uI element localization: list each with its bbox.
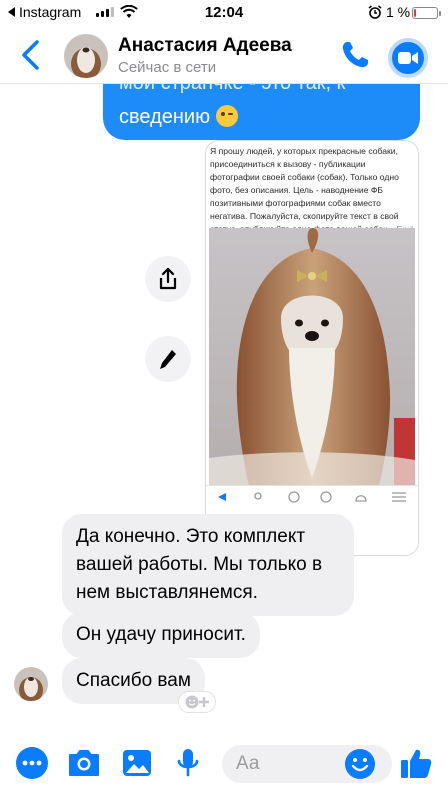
shared-screenshot[interactable]: Я прошу людей, у которых прекрасные соба… <box>205 140 419 556</box>
screenshot-post-body: Я прошу людей, у которых прекрасные соба… <box>210 146 399 234</box>
thumbs-up-icon <box>401 749 432 778</box>
dog-avatar-image <box>64 34 108 78</box>
composer-bar <box>0 731 448 797</box>
emoji-icon[interactable] <box>344 748 376 780</box>
camera-icon <box>69 750 99 776</box>
presence-status: Сейчас в сети <box>118 59 217 76</box>
message-input[interactable] <box>236 745 346 783</box>
battery-icon <box>412 7 441 19</box>
back-chevron-icon[interactable] <box>18 38 44 72</box>
add-reaction-icon <box>185 695 209 709</box>
share-icon <box>159 267 177 290</box>
incoming-message[interactable]: Он удачу приносит. <box>62 612 260 658</box>
alarm-icon <box>368 5 382 19</box>
pencil-icon <box>160 350 176 369</box>
chat-header: Анастасия Адеева Сейчас в сети <box>0 26 448 84</box>
gallery-icon <box>123 750 151 776</box>
edit-button[interactable] <box>145 336 191 382</box>
contact-name: Анастасия Адеева <box>118 35 292 56</box>
dog-avatar-image <box>14 667 48 701</box>
camera-button[interactable] <box>66 745 102 781</box>
share-button[interactable] <box>145 256 191 302</box>
battery-level-fill <box>414 9 416 17</box>
voice-message-button[interactable] <box>170 745 206 781</box>
status-bar: Instagram 12:04 1 % <box>0 0 448 26</box>
outgoing-message-line: сведению <box>119 106 211 128</box>
like-button[interactable] <box>398 745 434 781</box>
screenshot-post-text: Я прошу людей, у которых прекрасные соба… <box>210 145 416 236</box>
video-call-button[interactable] <box>388 38 428 78</box>
wink-emoji-icon <box>215 105 238 127</box>
more-dots-icon <box>16 747 48 779</box>
phone-icon[interactable] <box>338 38 372 72</box>
outgoing-message-line: мой странчке - это так, к <box>119 84 404 100</box>
outgoing-message[interactable]: мой странчке - это так, к сведению <box>103 84 420 140</box>
battery-percent: 1 % <box>386 4 411 20</box>
gallery-button[interactable] <box>119 745 155 781</box>
incoming-message[interactable]: Да конечно. Это комплект вашей работы. М… <box>62 514 354 616</box>
microphone-icon <box>177 749 199 777</box>
dog-photo <box>209 228 415 486</box>
sender-avatar[interactable] <box>14 667 48 701</box>
video-camera-icon <box>398 52 418 64</box>
add-reaction-button[interactable] <box>178 691 216 713</box>
contact-avatar[interactable] <box>64 34 108 78</box>
message-list[interactable]: мой странчке - это так, к сведению Я про… <box>0 84 448 731</box>
more-actions-button[interactable] <box>14 745 50 781</box>
